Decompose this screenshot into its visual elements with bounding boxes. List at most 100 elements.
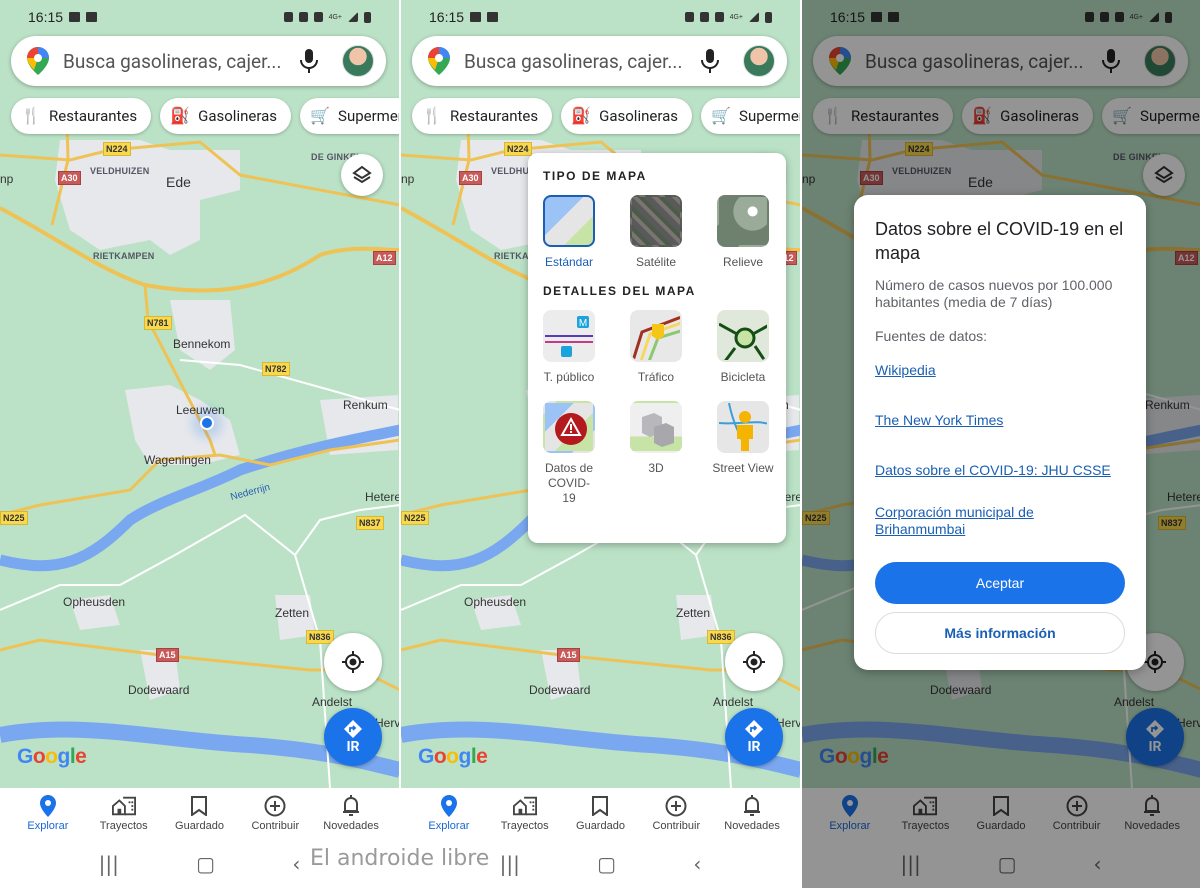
account-avatar[interactable]: [342, 45, 374, 77]
directions-go-button[interactable]: IR: [1126, 708, 1184, 766]
search-bar[interactable]: Busca gasolineras, cajer...: [412, 36, 787, 86]
detail-bicycling[interactable]: Bicicleta: [717, 310, 800, 385]
check-notification-icon: [86, 12, 98, 22]
chip-gas-stations[interactable]: ⛽ Gasolineras: [160, 98, 292, 134]
nav-saved[interactable]: Guardado: [963, 788, 1039, 840]
microphone-icon[interactable]: [1100, 48, 1122, 74]
nav-label: Guardado: [976, 820, 1026, 832]
my-location-button[interactable]: [324, 633, 382, 691]
nav-saved[interactable]: Guardado: [162, 788, 238, 840]
status-time: 16:15: [28, 9, 64, 25]
source-link-nyt[interactable]: The New York Times: [875, 412, 1125, 429]
home-button[interactable]: ▢: [597, 852, 616, 876]
back-button[interactable]: ‹: [292, 852, 300, 876]
nav-contribute[interactable]: Contribuir: [1039, 788, 1115, 840]
recent-apps-button[interactable]: |||: [99, 852, 119, 876]
chip-supermarkets[interactable]: 🛒 Supermercados: [300, 98, 399, 134]
nav-label: Contribuir: [251, 820, 300, 832]
covid-info-dialog: Datos sobre el COVID-19 en el mapa Númer…: [854, 195, 1146, 670]
search-bar[interactable]: Busca gasolineras, cajer...: [11, 36, 386, 86]
bottom-navigation: Explorar Trayectos Guardado Contribuir N…: [802, 788, 1200, 840]
panel-divider: [800, 0, 802, 888]
directions-go-button[interactable]: IR: [324, 708, 382, 766]
nav-explore[interactable]: Explorar: [10, 788, 86, 840]
signal-icon: [1149, 12, 1159, 22]
detail-transit[interactable]: M T. público: [543, 310, 630, 385]
back-button[interactable]: ‹: [1094, 852, 1102, 876]
map-type-terrain[interactable]: Relieve: [717, 195, 800, 270]
source-link-brihanmumbai[interactable]: Corporación municipal de Brihanmumbai: [875, 504, 1125, 538]
map-type-default[interactable]: Estándar: [543, 195, 630, 270]
more-info-button[interactable]: Más información: [875, 612, 1125, 654]
directions-go-button[interactable]: IR: [725, 708, 783, 766]
map-label-city: Zetten: [275, 606, 310, 620]
restaurant-icon: 🍴: [422, 106, 442, 125]
nav-contribute[interactable]: Contribuir: [237, 788, 313, 840]
chip-restaurants[interactable]: 🍴 Restaurantes: [412, 98, 553, 134]
microphone-icon[interactable]: [699, 48, 721, 74]
recent-apps-button[interactable]: |||: [500, 852, 520, 876]
road-shield: N225: [0, 511, 28, 525]
chip-gas-stations[interactable]: ⛽ Gasolineras: [561, 98, 693, 134]
back-button[interactable]: ‹: [693, 852, 701, 876]
my-location-button[interactable]: [725, 633, 783, 691]
gas-station-icon: ⛽: [571, 106, 592, 125]
source-link-wikipedia[interactable]: Wikipedia: [875, 362, 1125, 379]
nav-updates[interactable]: Novedades: [1114, 788, 1190, 840]
nav-commute[interactable]: Trayectos: [86, 788, 162, 840]
nav-updates[interactable]: Novedades: [313, 788, 389, 840]
nav-explore[interactable]: Explorar: [812, 788, 888, 840]
accept-button[interactable]: Aceptar: [875, 562, 1125, 604]
detail-3d[interactable]: 3D: [630, 401, 717, 506]
account-avatar[interactable]: [1144, 45, 1176, 77]
panel-divider: [399, 0, 401, 888]
chip-label: Gasolineras: [198, 107, 278, 125]
chip-supermarkets[interactable]: 🛒 Supermercados: [1102, 98, 1200, 134]
search-input[interactable]: Busca gasolineras, cajer...: [865, 50, 1100, 73]
sources-label: Fuentes de datos:: [875, 328, 988, 344]
layers-button[interactable]: [1143, 154, 1185, 196]
road-shield: N836: [707, 630, 735, 644]
account-avatar[interactable]: [743, 45, 775, 77]
recent-apps-button[interactable]: |||: [900, 852, 920, 876]
chip-restaurants[interactable]: 🍴 Restaurantes: [11, 98, 152, 134]
bottom-navigation: Explorar Trayectos Guardado Contribuir N…: [0, 788, 399, 840]
chip-gas-stations[interactable]: ⛽ Gasolineras: [962, 98, 1094, 134]
chip-supermarkets[interactable]: 🛒 Supermercados: [701, 98, 800, 134]
nav-label: Novedades: [323, 820, 379, 832]
directions-icon: [344, 720, 362, 738]
dialog-title: Datos sobre el COVID-19 en el mapa: [875, 219, 1124, 263]
detail-covid[interactable]: Datos de COVID-19: [543, 401, 630, 506]
source-link-jhu[interactable]: Datos sobre el COVID-19: JHU CSSE: [875, 462, 1125, 479]
chip-restaurants[interactable]: 🍴 Restaurantes: [813, 98, 954, 134]
detail-street-view[interactable]: Street View: [712, 401, 800, 506]
nav-commute[interactable]: Trayectos: [487, 788, 563, 840]
search-input[interactable]: Busca gasolineras, cajer...: [464, 50, 699, 73]
google-maps-logo-icon: [829, 47, 851, 75]
nav-label: Contribuir: [652, 820, 701, 832]
map-label-city: Hetere: [1167, 490, 1200, 504]
nav-contribute[interactable]: Contribuir: [638, 788, 714, 840]
restaurant-icon: 🍴: [21, 106, 41, 125]
add-circle-icon: [1065, 794, 1089, 818]
nav-explore[interactable]: Explorar: [411, 788, 487, 840]
google-maps-logo-icon: [27, 47, 49, 75]
road-shield: N837: [1158, 516, 1186, 530]
map-layers-sheet: TIPO DE MAPA Estándar Satélite Relieve D…: [528, 153, 786, 543]
microphone-icon[interactable]: [298, 48, 320, 74]
detail-traffic[interactable]: Tráfico: [630, 310, 717, 385]
search-bar[interactable]: Busca gasolineras, cajer...: [813, 36, 1188, 86]
nav-saved[interactable]: Guardado: [563, 788, 639, 840]
location-icon: [714, 12, 724, 22]
layers-button[interactable]: [341, 154, 383, 196]
search-input[interactable]: Busca gasolineras, cajer...: [63, 50, 298, 73]
check-notification-icon: [888, 12, 900, 22]
road-shield: A30: [860, 171, 883, 185]
map-label-district: RIETKAMPEN: [93, 251, 155, 261]
nav-commute[interactable]: Trayectos: [888, 788, 964, 840]
home-button[interactable]: ▢: [998, 852, 1017, 876]
map-type-satellite[interactable]: Satélite: [630, 195, 717, 270]
nav-updates[interactable]: Novedades: [714, 788, 790, 840]
bell-icon: [740, 794, 764, 818]
home-button[interactable]: ▢: [196, 852, 215, 876]
